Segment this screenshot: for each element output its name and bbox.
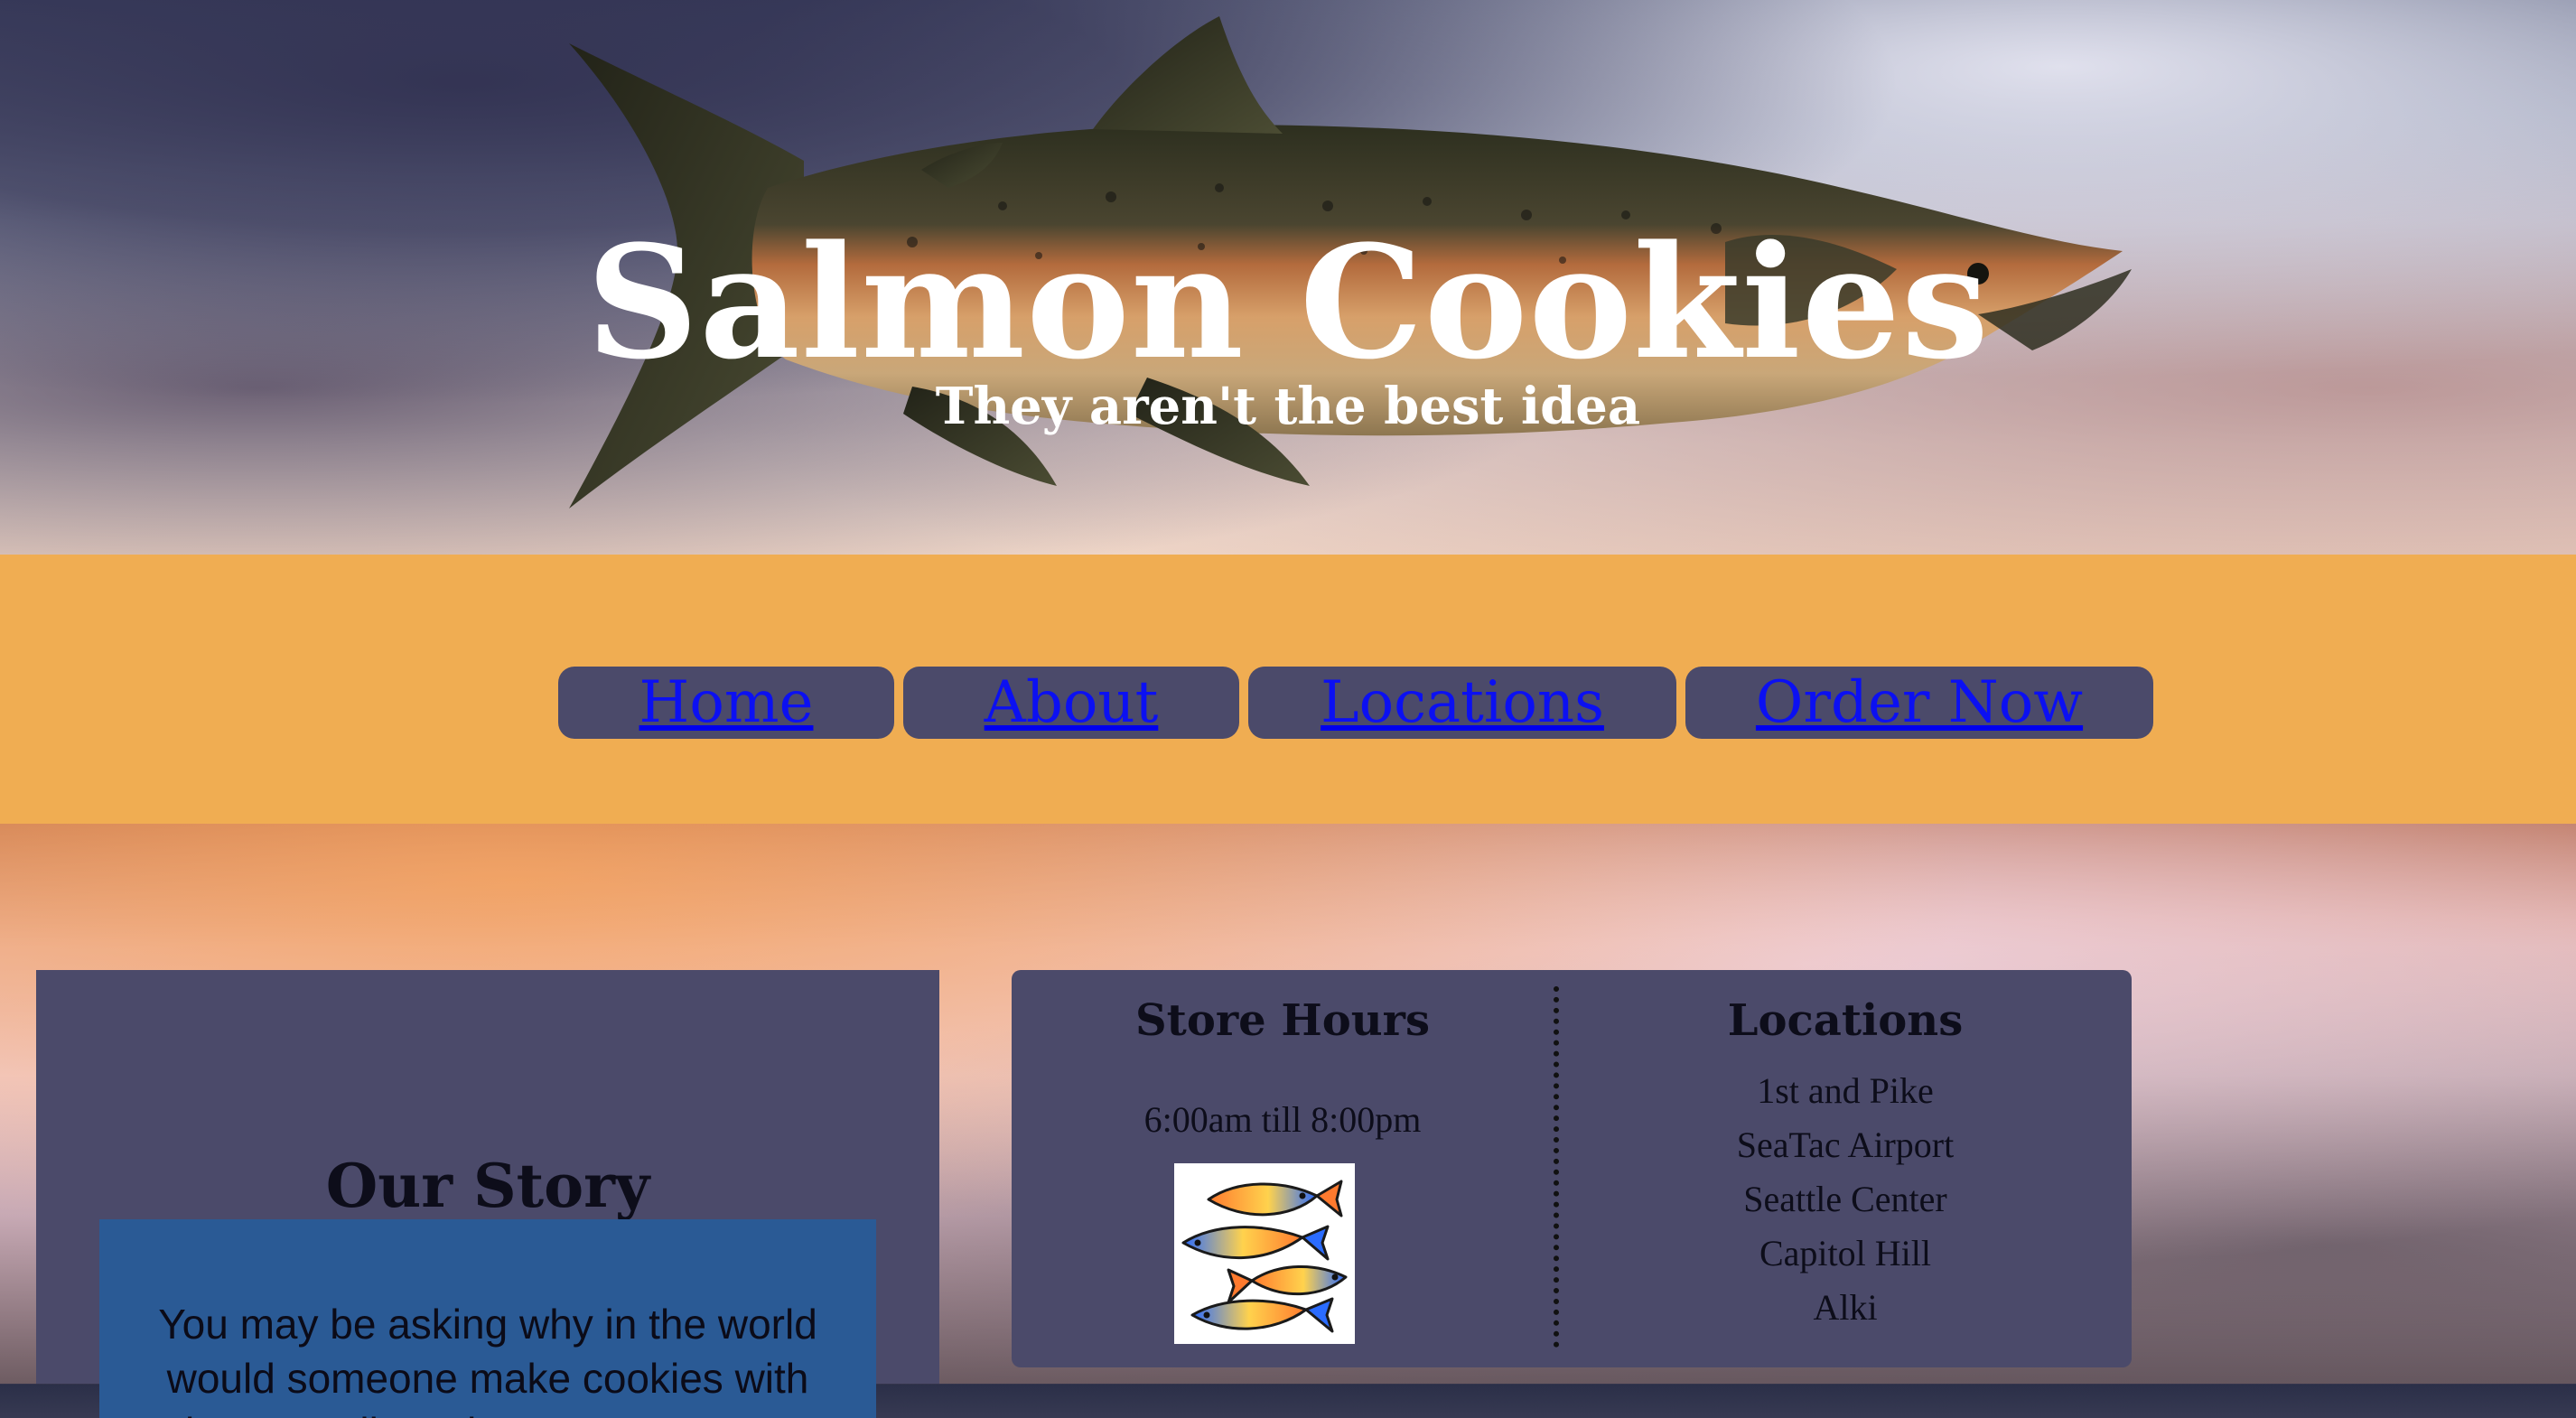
site-subtitle: They aren't the best idea [935, 377, 1641, 436]
nav-item-label: Home [639, 669, 814, 736]
locations-list: 1st and Pike SeaTac Airport Seattle Cent… [1559, 1064, 2132, 1335]
location-item: 1st and Pike [1757, 1070, 1934, 1111]
main-navigation: Home About Locations Order Now [558, 667, 2153, 739]
locations-title: Locations [1727, 995, 1964, 1046]
fish-group-icon [1181, 1180, 1348, 1333]
nav-item-order-now[interactable]: Order Now [1685, 667, 2153, 739]
our-story-text: You may be asking why in the world would… [141, 1301, 834, 1418]
locations-column: Locations 1st and Pike SeaTac Airport Se… [1559, 970, 2132, 1367]
store-hours-column: Store Hours 6:00am till 8:00pm [1012, 970, 1554, 1367]
nav-item-label: About [984, 669, 1159, 736]
store-info-panel: Store Hours 6:00am till 8:00pm Locations… [1012, 970, 2132, 1367]
our-story-panel: Our Story You may be asking why in the w… [36, 970, 939, 1418]
nav-item-home[interactable]: Home [558, 667, 894, 739]
location-item: Seattle Center [1743, 1179, 1947, 1219]
our-story-box: You may be asking why in the world would… [99, 1219, 876, 1418]
location-item: SeaTac Airport [1736, 1124, 1955, 1165]
site-title: Salmon Cookies [586, 210, 1990, 394]
site-header: Salmon Cookies They aren't the best idea [0, 0, 2576, 555]
nav-item-about[interactable]: About [903, 667, 1239, 739]
store-hours-title: Store Hours [1135, 995, 1430, 1046]
nav-item-label: Order Now [1755, 669, 2084, 736]
location-item: Capitol Hill [1759, 1233, 1931, 1273]
location-item: Alki [1813, 1287, 1878, 1328]
store-hours-text: 6:00am till 8:00pm [1143, 1099, 1422, 1140]
nav-item-locations[interactable]: Locations [1248, 667, 1676, 739]
our-story-title: Our Story [325, 1150, 650, 1221]
nav-item-label: Locations [1321, 669, 1604, 736]
fish-thumbnail [1174, 1163, 1355, 1344]
